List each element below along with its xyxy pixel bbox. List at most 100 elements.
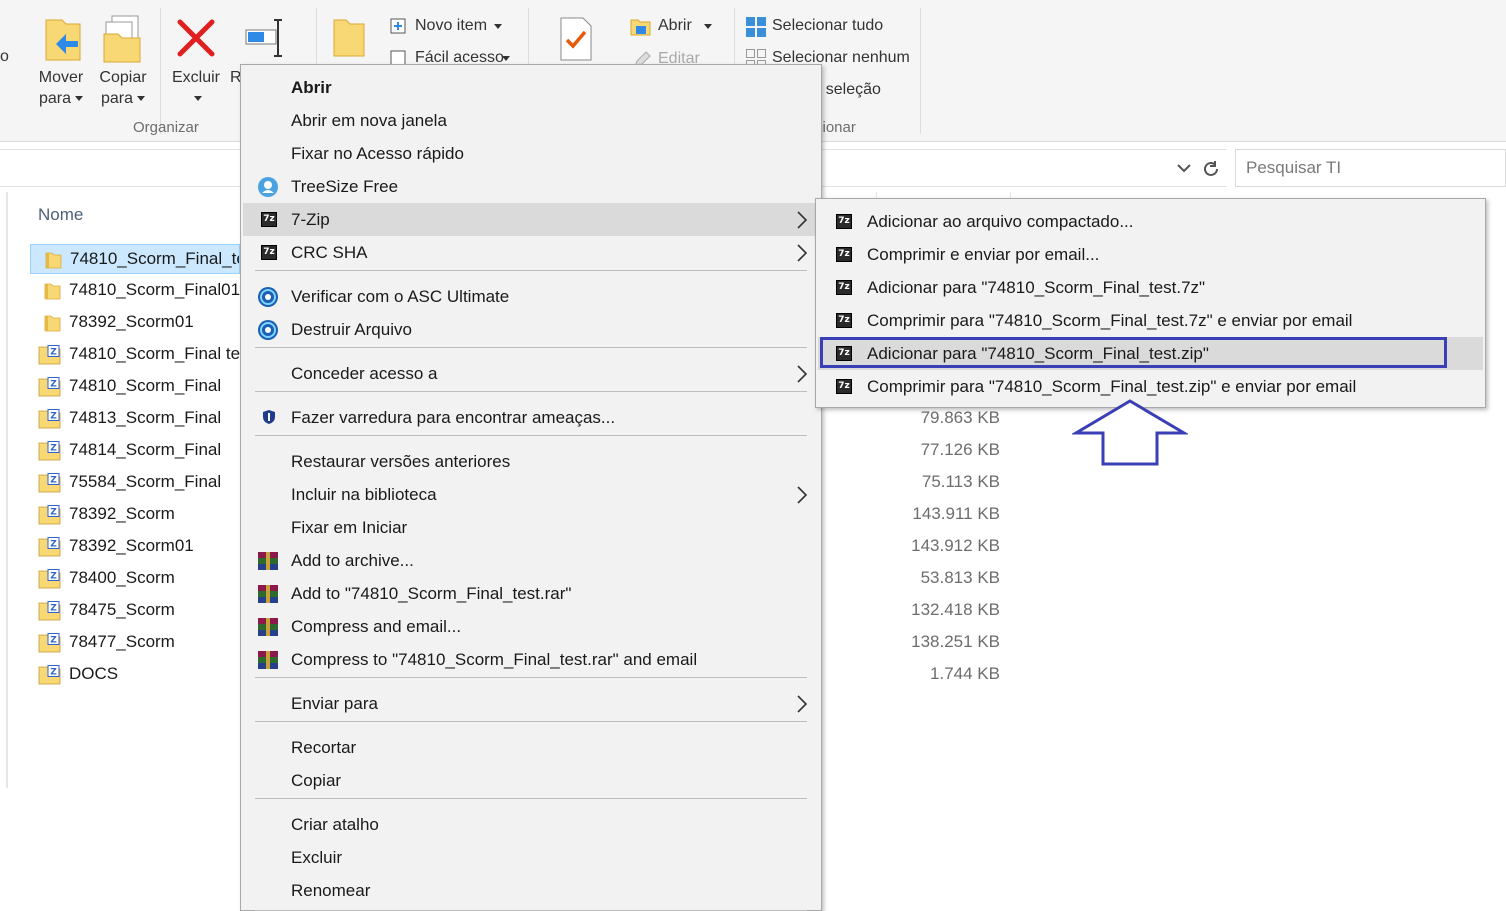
open-button[interactable]: Abrir [628,15,718,39]
7zip-icon: 7z [261,212,277,227]
menu-separator [255,270,807,271]
file-size: 77.126 KB [920,440,1000,459]
submenu-item-add-7z[interactable]: 7z Adicionar para "74810_Scorm_Final_test… [818,271,1483,304]
menu-item-create-shortcut[interactable]: Criar atalho [243,808,819,841]
menu-item-treesize[interactable]: TreeSize Free [243,170,819,203]
file-list-item[interactable]: Z 74810_Scorm_Final [30,372,240,402]
file-name: 74810_Scorm_Final [69,376,222,395]
file-list-item[interactable]: Z 78400_Scorm [30,564,240,594]
file-list-item[interactable]: Z DOCS [30,660,240,690]
menu-item-open[interactable]: Abrir [243,71,819,104]
file-list-item[interactable]: Z 78392_Scorm01 [30,532,240,562]
menu-item-label: Destruir Arquivo [291,320,412,339]
refresh-icon[interactable] [1200,158,1222,180]
properties-icon[interactable] [558,16,594,62]
winrar-icon [258,585,278,603]
menu-item-copy[interactable]: Copiar [243,764,819,797]
column-header-name[interactable]: Nome [38,205,83,225]
file-list-item[interactable]: Z 75584_Scorm_Final [30,468,240,498]
search-input[interactable] [1236,150,1505,186]
file-list-item[interactable]: 78392_Scorm01 [30,308,240,338]
7zip-icon-text: 7z [838,282,850,292]
menu-item-cut[interactable]: Recortar [243,731,819,764]
move-to-label-2: para [38,90,72,107]
file-list-item[interactable]: Z 74814_Scorm_Final [30,436,240,466]
delete-button[interactable]: Excluir [168,10,224,110]
new-item-button[interactable]: Novo item [386,15,516,39]
menu-item-label: Compress to "74810_Scorm_Final_test.rar"… [291,650,698,669]
submenu-item-compress-email[interactable]: 7z Comprimir e enviar por email... [818,238,1483,271]
menu-item-rename[interactable]: Renomear [243,874,819,907]
menu-item-pin-quick-access[interactable]: Fixar no Acesso rápido [243,137,819,170]
file-size: 143.911 KB [912,504,1000,523]
file-name: 78392_Scorm01 [69,536,194,555]
chevron-down-icon[interactable] [1176,161,1192,175]
move-to-icon [45,19,81,61]
chevron-right-icon [797,486,808,504]
new-folder-icon[interactable] [332,14,368,60]
menu-item-compress-email[interactable]: Compress and email... [243,610,819,643]
menu-item-7zip[interactable]: 7z 7-Zip [243,203,819,236]
7zip-icon: 7z [836,214,852,229]
edit-button: Editar [628,48,718,65]
svg-text:Z: Z [50,572,57,582]
file-list-item[interactable]: 74810_Scorm_Final01 [30,276,240,306]
file-list-item[interactable]: Z 78475_Scorm [30,596,240,626]
annotation-up-arrow-icon [1072,399,1188,466]
zip-folder-icon: Z [38,473,61,493]
menu-item-open-new-window[interactable]: Abrir em nova janela [243,104,819,137]
menu-item-send-to[interactable]: Enviar para [243,687,819,720]
menu-item-asc-scan[interactable]: Verificar com o ASC Ultimate [243,280,819,313]
winrar-icon [258,651,278,669]
chevron-down-icon [194,96,202,102]
menu-item-label: Verificar com o ASC Ultimate [291,287,510,306]
menu-item-include-library[interactable]: Incluir na biblioteca [243,478,819,511]
7zip-icon: 7z [836,247,852,262]
chevron-down-icon [704,24,712,29]
move-to-button[interactable]: Mover para [30,10,92,110]
asc-icon [258,320,278,340]
menu-separator [255,798,807,799]
menu-item-restore-versions[interactable]: Restaurar versões anteriores [243,445,819,478]
7zip-icon-text: 7z [838,315,850,325]
select-all-button[interactable]: Selecionar tudo [744,15,914,39]
zip-folder-icon: Z [38,665,61,685]
copy-to-button[interactable]: Copiar para [92,10,154,110]
menu-item-scan-threats[interactable]: Fazer varredura para encontrar ameaças..… [243,401,819,434]
menu-item-label: Fixar em Iniciar [291,518,408,537]
rename-button[interactable]: R [226,10,242,110]
new-item-label: Novo item [415,17,488,34]
file-name: 78392_Scorm [69,504,175,523]
submenu-item-add-archive[interactable]: 7z Adicionar ao arquivo compactado... [818,205,1483,238]
menu-item-shred-file[interactable]: Destruir Arquivo [243,313,819,346]
menu-item-compress-rar-email[interactable]: Compress to "74810_Scorm_Final_test.rar"… [243,643,819,676]
copy-to-label-2: para [100,90,134,107]
menu-item-give-access[interactable]: Conceder acesso a [243,357,819,390]
chevron-right-icon [797,365,808,383]
file-list-item[interactable]: Z 78392_Scorm [30,500,240,530]
context-menu: Abrir Abrir em nova janela Fixar no Acesso… [240,64,822,911]
menu-item-label: 7-Zip [291,210,330,229]
menu-item-pin-start[interactable]: Fixar em Iniciar [243,511,819,544]
zip-folder-icon: Z [38,569,61,589]
7zip-icon: 7z [836,280,852,295]
svg-text:Z: Z [50,444,57,454]
file-list-item[interactable]: Z 78477_Scorm [30,628,240,658]
search-box[interactable] [1235,149,1506,187]
menu-item-delete[interactable]: Excluir [243,841,819,874]
file-list-item[interactable]: Z 74810_Scorm_Final te [30,340,240,370]
invert-selection-label[interactable]: r seleção [816,81,881,99]
submenu-item-compress-7z-email[interactable]: 7z Comprimir para "74810_Scorm_Final_test… [818,304,1483,337]
file-size: 79.863 KB [920,408,1000,427]
menu-item-crc-sha[interactable]: 7z CRC SHA [243,236,819,269]
annotation-highlight-box [820,337,1447,368]
menu-item-add-rar[interactable]: Add to "74810_Scorm_Final_test.rar" [243,577,819,610]
menu-item-label: Restaurar versões anteriores [291,452,511,471]
file-list-item[interactable]: 74810_Scorm_Final_te [30,244,240,274]
rename-icon [245,19,282,57]
menu-item-add-archive[interactable]: Add to archive... [243,544,819,577]
file-list-item[interactable]: Z 74813_Scorm_Final [30,404,240,434]
easy-access-button[interactable]: Fácil acesso [386,47,516,65]
scrollbar-track[interactable] [6,192,8,788]
menu-item-label: Add to "74810_Scorm_Final_test.rar" [291,584,572,603]
